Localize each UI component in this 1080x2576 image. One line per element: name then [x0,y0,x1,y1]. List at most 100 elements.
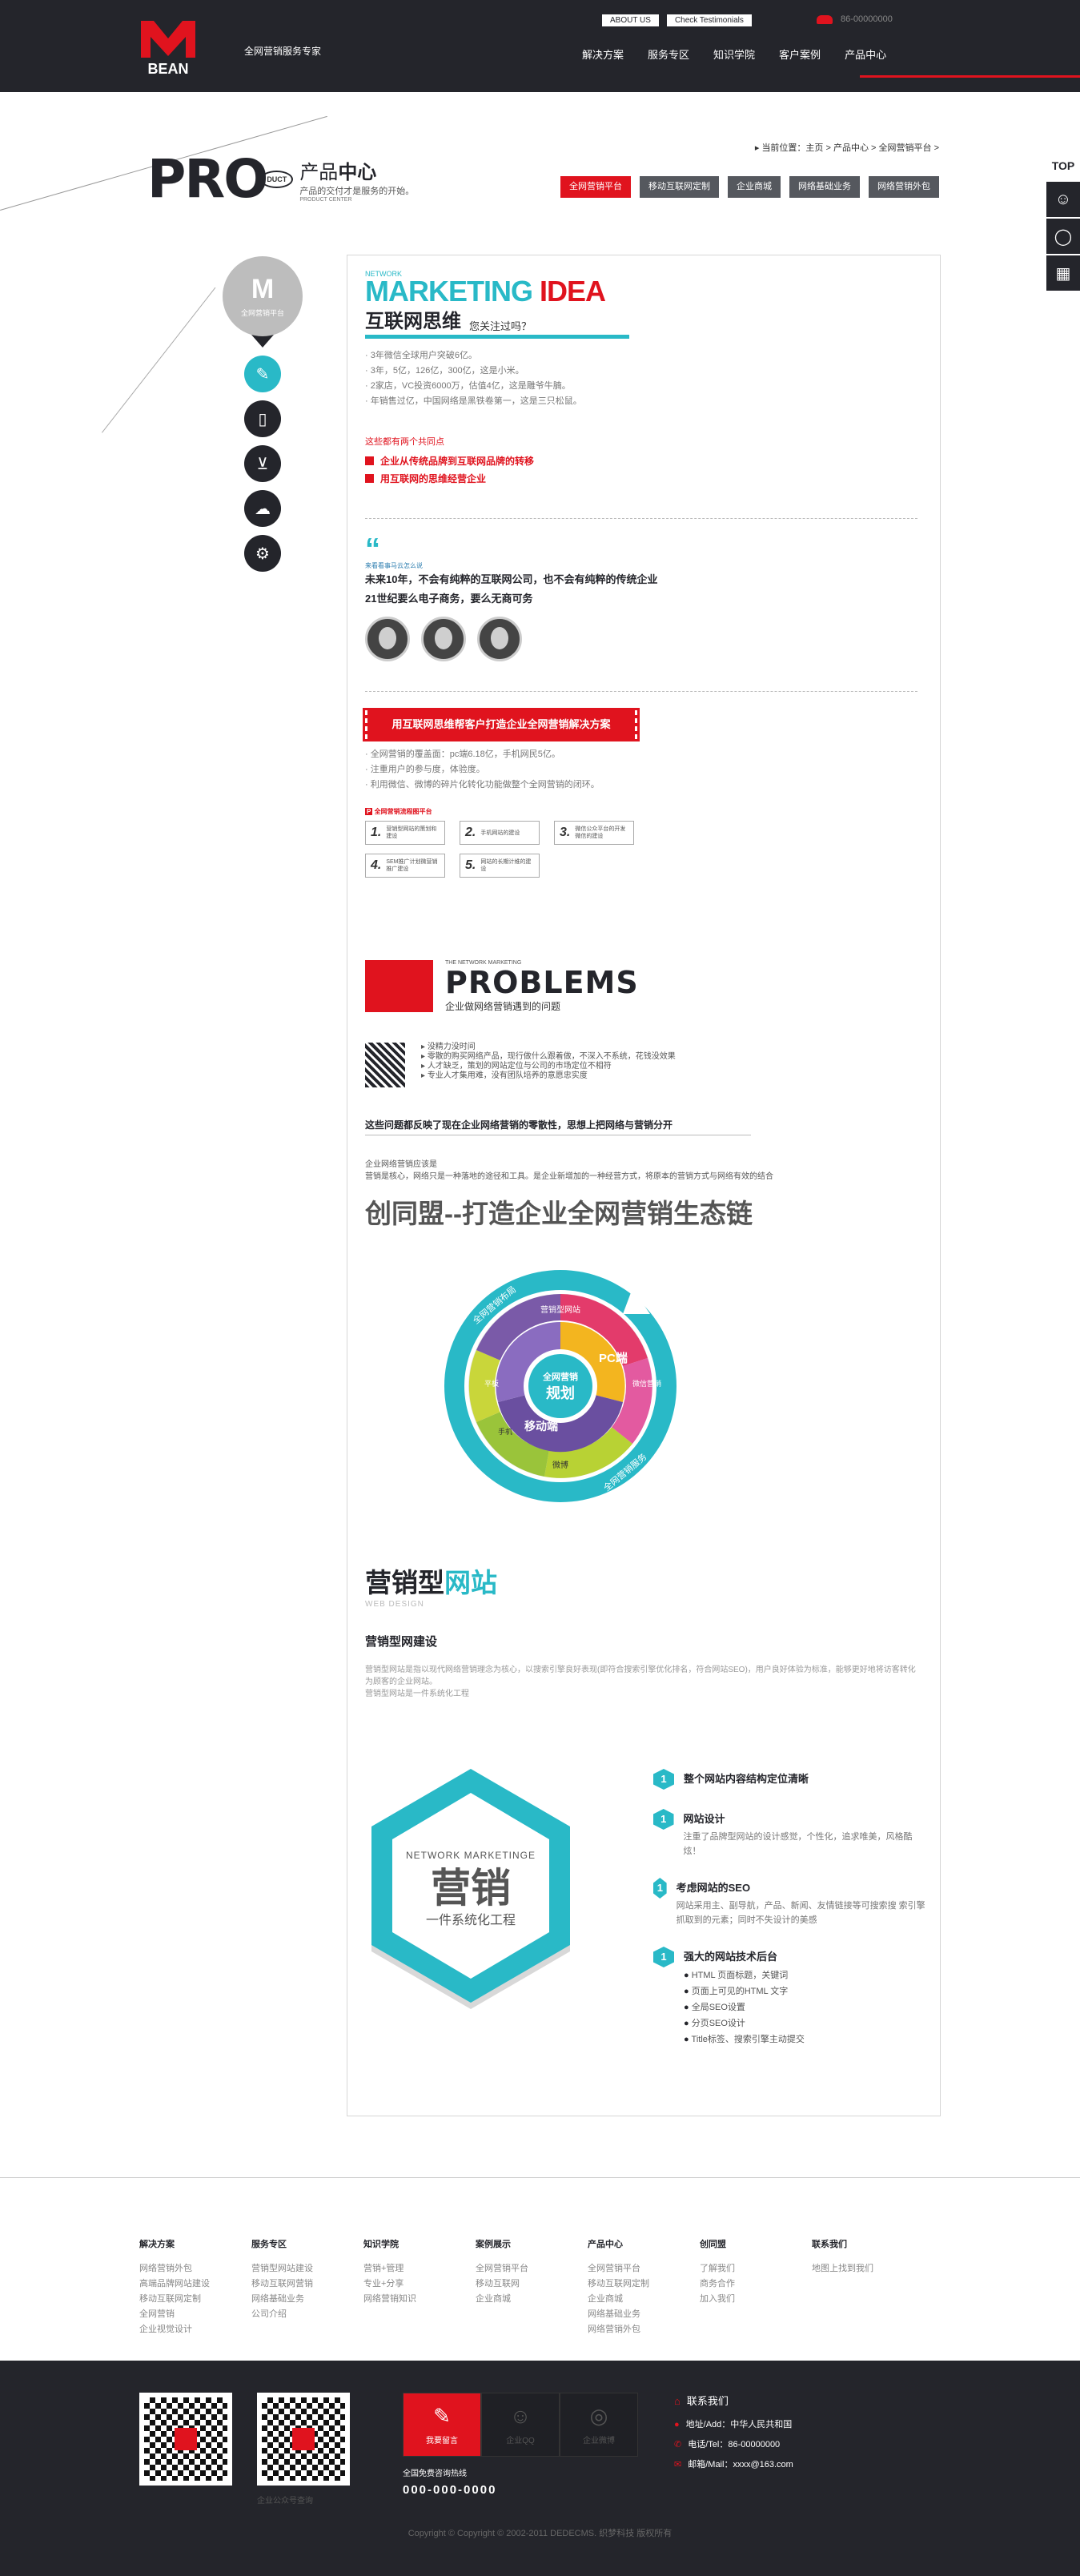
mail-icon: ✉ [674,2460,682,2470]
qq-icon: ☺ [509,2404,532,2428]
about-link[interactable]: ABOUT US [602,14,659,26]
footer-link[interactable]: 网络营销外包 [588,2322,700,2337]
header: BEAN 全网营销服务专家 ABOUT US Check Testimonial… [0,0,1080,92]
chat-icon[interactable]: ◯ [1046,219,1080,254]
phone-icon[interactable]: ▯ [244,400,281,437]
tagline: 产品的交付才是服务的开始。 [299,186,415,196]
footer-link[interactable]: 移动互联网定制 [139,2292,251,2307]
wheel-seg-label: 平板 [484,1379,499,1388]
web-desc: 营销型网站是指以现代网络营销理念为核心，以搜索引擎良好表现(即符合搜索引擎优化排… [365,1666,916,1686]
qq-button[interactable]: ☺ 企业QQ [481,2393,560,2457]
location-icon: ● [674,2420,680,2429]
point-item: 用互联网的思维经营企业 [380,473,487,484]
gear-icon[interactable]: ⚙ [244,535,281,572]
footer-link[interactable]: 移动互联网 [476,2277,588,2292]
pro-text: PRO [147,148,268,210]
top-links: ABOUT US Check Testimonials [602,14,752,26]
avatar [477,617,522,661]
footer-link[interactable]: 地图上找到我们 [812,2261,924,2277]
footer-link[interactable]: 营销+管理 [363,2261,476,2277]
flow-step: 5. 网站的长期计维的建设 [460,854,540,878]
back-to-top[interactable]: TOP [1046,154,1080,182]
footer-link[interactable]: 了解我们 [700,2261,812,2277]
footer-link[interactable]: 专业+分享 [363,2277,476,2292]
flow-step: 2. 手机网站的建设 [460,821,540,845]
pencil-icon[interactable]: ✎ [244,356,281,392]
message-button[interactable]: ✎ 我要留言 [403,2393,481,2457]
footer-col-title: 产品中心 [588,2240,623,2249]
footer-link[interactable]: 企业商城 [476,2292,588,2307]
point-item: 企业从传统品牌到互联网品牌的转移 [380,456,535,467]
nav-academy[interactable]: 知识学院 [713,47,755,63]
breadcrumb[interactable]: ▸ 当前位置：主页 > 产品中心 > 全网营销平台 > [755,141,939,154]
stat-item: 年销售过亿，中国网络是黑铁卷第一，这是三只松鼠。 [370,396,582,406]
service-buttons: ✎ 我要留言 ☺ 企业QQ ◎ 企业微博 [403,2393,638,2457]
contact-address: 地址/Add：中华人民共和国 [685,2420,793,2429]
tab-marketing-platform[interactable]: 全网营销平台 [560,176,631,198]
footer-link[interactable]: 营销型网站建设 [251,2261,363,2277]
footer-link[interactable]: 网络基础业务 [588,2307,700,2322]
solution: 用互联网思维帮客户打造企业全网营销解决方案 · 全网营销的覆盖面：pc端6.18… [363,708,917,878]
logo[interactable]: BEAN [138,18,199,78]
content-panel: NETWORK MARKETING IDEA 互联网思维 您关注过吗？ · 3年微… [347,255,941,2116]
nav-products[interactable]: 产品中心 [845,47,886,63]
footer-link[interactable]: 网络基础业务 [251,2292,363,2307]
cart-icon[interactable]: ⊻ [244,445,281,482]
stripe-icon [365,1043,405,1087]
flow-title: 全网营销流程图平台 [374,808,432,815]
tab-mall[interactable]: 企业商城 [728,176,781,198]
feature-number: 1 [653,1878,667,1899]
nav-solutions[interactable]: 解决方案 [582,47,624,63]
footer-link[interactable]: 网络营销知识 [363,2292,476,2307]
footer-link[interactable]: 移动互联网营销 [251,2277,363,2292]
tech-item: 分页SEO设计 [684,2015,805,2031]
footer-link[interactable]: 企业商城 [588,2292,700,2307]
footer-link[interactable]: 网络营销外包 [139,2261,251,2277]
ecosystem-slogan: 创同盟--打造企业全网营销生态链 [365,1199,753,1228]
flow-step: 3. 微信公众平台的开发微信的建设 [554,821,634,845]
footer-link[interactable]: 企业视觉设计 [139,2322,251,2337]
tab-basic[interactable]: 网络基础业务 [789,176,860,198]
qq-icon[interactable]: ☺ [1046,182,1080,217]
page-title: PRO DUCT 产品中心 产品的交付才是服务的开始。 PRODUCT CENT… [147,148,414,210]
main-nav: 解决方案 服务专区 知识学院 客户案例 产品中心 [570,47,898,63]
hotline-number: 000-000-0000 [403,2483,497,2497]
footer-link[interactable]: 公司介绍 [251,2307,363,2322]
feature-item: 1强大的网站技术后台 HTML 页面标题，关键词 页面上可见的HTML 文字 全… [653,1947,925,2048]
hex-sub: 一件系统化工程 [426,1912,516,1927]
pointer-arrow [251,335,274,348]
nav-cases[interactable]: 客户案例 [779,47,821,63]
footer-link[interactable]: 加入我们 [700,2292,812,2307]
footer-link[interactable]: 商务合作 [700,2277,812,2292]
testimonials-link[interactable]: Check Testimonials [666,14,752,26]
divider [365,691,917,692]
problems-header: THE NETWORK MARKETING PROBLEMS 企业做网络营销遇到… [365,960,917,1013]
footer-link[interactable]: 移动互联网定制 [588,2277,700,2292]
problems-title: PROBLEMS [445,965,639,1000]
tech-list: HTML 页面标题，关键词 页面上可见的HTML 文字 全局SEO设置 分页SE… [684,1967,805,2048]
idea-word: IDEA [540,275,606,307]
cloud-icon[interactable]: ☁ [244,490,281,527]
problem-item: 专业人才集用难，没有团队培养的意愿忠实度 [427,1071,588,1080]
footer-link[interactable]: 全网营销平台 [588,2261,700,2277]
footer-link[interactable]: 全网营销 [139,2307,251,2322]
tab-mobile[interactable]: 移动互联网定制 [640,176,719,198]
stat-item: 3年微信全球用户突破6亿。 [370,351,477,360]
common-points: 这些都有两个共同点 企业从传统品牌到互联网品牌的转移 用互联网的思维经营企业 [365,435,917,488]
footer-link[interactable]: 高端品牌网站建设 [139,2277,251,2292]
house-icon: ⌂ [674,2395,681,2407]
quote-line: 21世纪要么电子商务，要么无商可务 [365,593,533,605]
duct-badge: DUCT [260,170,294,188]
breadcrumb-text[interactable]: 当前位置：主页 > 产品中心 > 全网营销平台 > [761,143,939,153]
nav-services[interactable]: 服务专区 [648,47,689,63]
quote-icon: “ [365,532,380,566]
stats-list: · 3年微信全球用户突破6亿。 · 3年，5亿，126亿，300亿，这是小米。 … [365,351,582,406]
footer-link[interactable]: 全网营销平台 [476,2261,588,2277]
qrcode-icon[interactable]: ▦ [1046,255,1080,291]
hotline-label: 全国免费咨询热线 [403,2470,467,2478]
footer-col-title: 案例展示 [476,2240,511,2249]
web-title-b: 网站 [444,1568,497,1597]
weibo-button[interactable]: ◎ 企业微博 [560,2393,638,2457]
tech-item: 页面上可见的HTML 文字 [684,1983,805,1999]
tab-outsourcing[interactable]: 网络营销外包 [869,176,939,198]
